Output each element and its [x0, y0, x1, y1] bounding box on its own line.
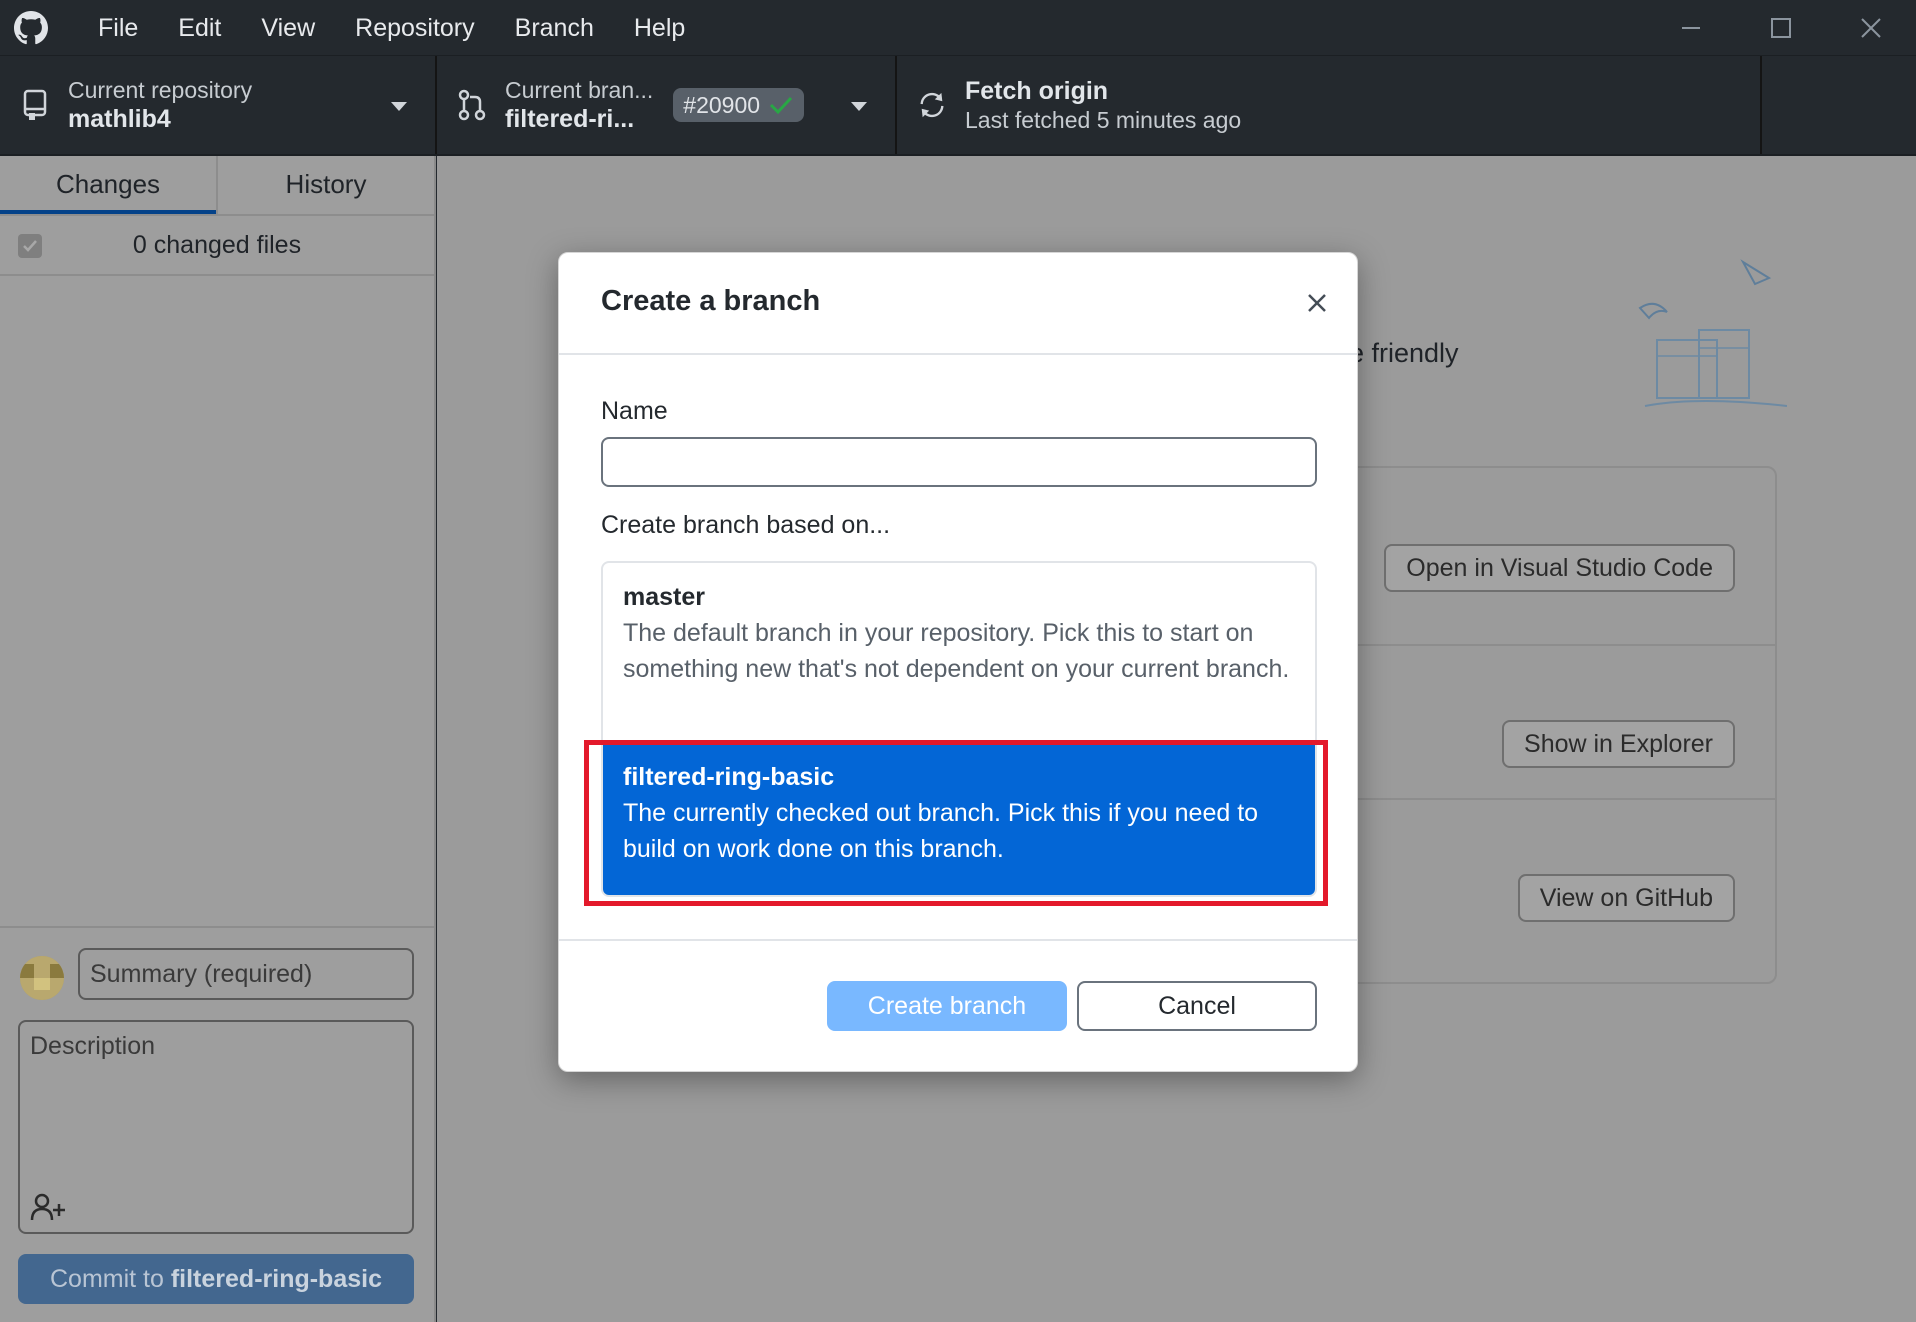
view-on-github-button[interactable]: View on GitHub [1517, 874, 1735, 922]
branch-icon [457, 88, 487, 122]
maximize-button[interactable] [1736, 0, 1826, 56]
changed-files-count: 0 changed files [132, 230, 302, 259]
branch-name-label: Name [601, 397, 668, 425]
branch-option-master[interactable]: master The default branch in your reposi… [603, 563, 1315, 743]
commit-form: Summary (required) Description Commit to… [0, 926, 434, 1322]
open-in-vscode-button[interactable]: Open in Visual Studio Code [1384, 544, 1735, 592]
dialog-footer: Create branch Cancel [559, 939, 1357, 1071]
close-icon [1861, 18, 1881, 38]
fetch-origin-label: Fetch origin [965, 77, 1109, 105]
illustration-icon [1638, 259, 1787, 407]
sync-icon [917, 88, 947, 122]
menu-branch[interactable]: Branch [495, 0, 614, 56]
menu-repository[interactable]: Repository [335, 0, 495, 56]
close-icon [1308, 294, 1326, 312]
dialog-title: Create a branch [601, 285, 821, 317]
current-branch-label: Current bran... [505, 77, 654, 103]
tab-changes[interactable]: Changes [0, 156, 216, 214]
welcome-text: e friendly [1349, 338, 1459, 368]
menu-bar: File Edit View Repository Branch Help [78, 0, 705, 55]
add-coauthor-icon[interactable] [30, 1192, 66, 1222]
description-input[interactable]: Description [18, 1020, 414, 1234]
current-branch-button[interactable]: Current bran... filtered-ri... #20900 [437, 56, 897, 154]
cancel-button[interactable]: Cancel [1077, 981, 1317, 1031]
github-logo-icon [14, 10, 48, 44]
check-icon [23, 240, 37, 252]
changed-files-header: 0 changed files [0, 216, 434, 276]
branch-option-name: master [623, 583, 705, 611]
chevron-down-icon [851, 102, 867, 111]
check-icon [769, 96, 793, 115]
description-placeholder: Description [30, 1032, 156, 1060]
current-repository-value: mathlib4 [68, 105, 171, 133]
close-window-button[interactable] [1826, 0, 1916, 56]
dialog-close-button[interactable] [1297, 283, 1337, 323]
menu-help[interactable]: Help [614, 0, 705, 56]
minimize-icon [1682, 27, 1700, 29]
maximize-icon [1771, 18, 1791, 38]
pull-request-number: #20900 [683, 91, 761, 118]
branch-option-description: The default branch in your repository. P… [623, 619, 1290, 683]
branch-name-input[interactable] [601, 437, 1317, 487]
current-branch-value: filtered-ri... [505, 105, 635, 133]
commit-button-prefix: Commit to [49, 1265, 171, 1293]
menu-view[interactable]: View [241, 0, 335, 56]
last-fetched-text: Last fetched 5 minutes ago [965, 107, 1242, 133]
current-repository-label: Current repository [68, 77, 253, 103]
chevron-down-icon [391, 102, 407, 111]
divider [1329, 644, 1775, 646]
fetch-origin-button[interactable]: Fetch origin Last fetched 5 minutes ago [897, 56, 1762, 154]
minimize-button[interactable] [1646, 0, 1736, 56]
summary-input[interactable]: Summary (required) [78, 948, 414, 1000]
commit-button[interactable]: Commit to filtered-ring-basic [18, 1254, 414, 1304]
tab-history[interactable]: History [216, 156, 434, 214]
sidebar: Changes History 0 changed files Summary … [0, 156, 436, 1322]
suggested-actions-panel: Open in Visual Studio Code Show in Explo… [1327, 466, 1777, 984]
show-in-explorer-button[interactable]: Show in Explorer [1502, 720, 1735, 768]
menu-edit[interactable]: Edit [158, 0, 241, 56]
current-repository-button[interactable]: Current repository mathlib4 [0, 56, 437, 154]
create-branch-button[interactable]: Create branch [827, 981, 1067, 1031]
create-branch-dialog: Create a branch Name Create branch based… [558, 252, 1358, 1072]
title-bar: File Edit View Repository Branch Help [0, 0, 1916, 56]
window-controls [1646, 0, 1916, 56]
highlight-annotation [584, 740, 1328, 906]
avatar [20, 956, 64, 1000]
based-on-label: Create branch based on... [601, 511, 891, 539]
divider [1329, 798, 1775, 800]
commit-button-branch: filtered-ring-basic [170, 1265, 382, 1293]
sidebar-tabs: Changes History [0, 156, 434, 216]
menu-file[interactable]: File [78, 0, 158, 56]
toolbar: Current repository mathlib4 Current bran… [0, 56, 1916, 156]
dialog-header: Create a branch [559, 253, 1357, 355]
select-all-checkbox[interactable] [18, 234, 42, 258]
pull-request-badge[interactable]: #20900 [673, 88, 805, 122]
repo-icon [20, 88, 50, 122]
summary-placeholder: Summary (required) [90, 960, 313, 988]
